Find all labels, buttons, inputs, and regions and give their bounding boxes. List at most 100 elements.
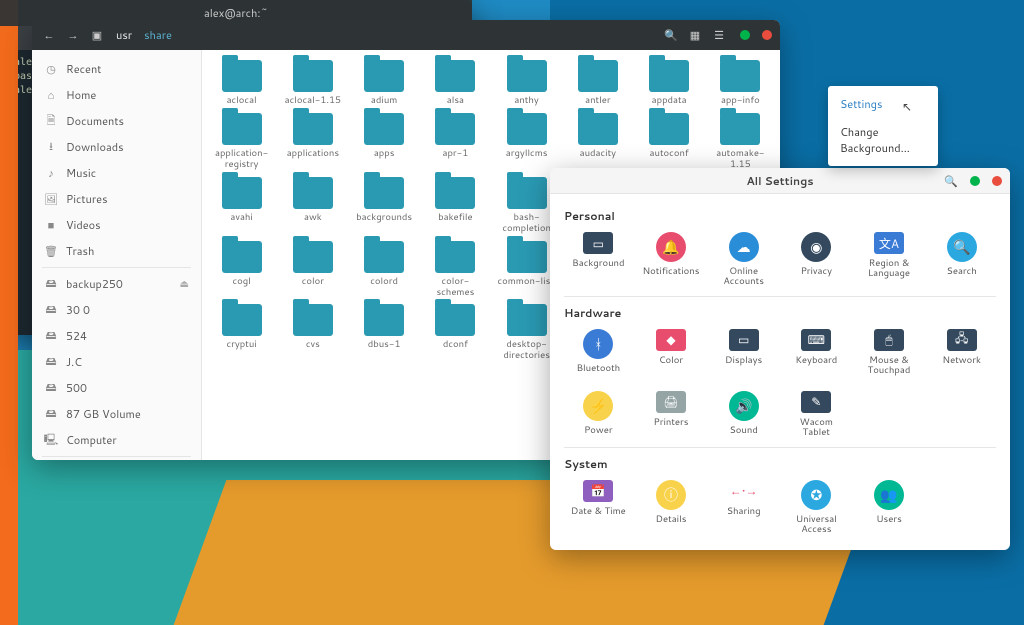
breadcrumb-current[interactable]: share bbox=[140, 25, 176, 45]
settings-item-search[interactable]: 🔍Search bbox=[927, 232, 996, 288]
sidebar-device[interactable]: 🖴500 bbox=[32, 375, 201, 401]
settings-item-label: Date & Time bbox=[571, 507, 626, 517]
sidebar-device[interactable]: 🖴J.C bbox=[32, 349, 201, 375]
minimize-button[interactable] bbox=[740, 30, 750, 40]
settings-item-date-time[interactable]: 📅Date & Time bbox=[564, 480, 633, 536]
sidebar-device[interactable]: 🖴524 bbox=[32, 323, 201, 349]
folder-item[interactable]: anthy bbox=[493, 60, 560, 107]
sidebar-device[interactable]: 🖳Computer bbox=[32, 427, 201, 453]
settings-item-printers[interactable]: 🖨Printers bbox=[637, 391, 706, 439]
folder-item[interactable]: apps bbox=[351, 113, 418, 171]
minimize-button[interactable] bbox=[970, 176, 980, 186]
folder-item[interactable]: antler bbox=[564, 60, 631, 107]
settings-item-sound[interactable]: 🔊Sound bbox=[709, 391, 778, 439]
folder-item[interactable]: alsa bbox=[422, 60, 489, 107]
sidebar-device[interactable]: 🖴87 GB Volume bbox=[32, 401, 201, 427]
sidebar-item-home[interactable]: ⌂Home bbox=[32, 82, 201, 108]
sidebar-device[interactable]: 🖴30 0 bbox=[32, 297, 201, 323]
section-title: System bbox=[564, 456, 996, 472]
folder-item[interactable]: backgrounds bbox=[351, 177, 418, 235]
sidebar-item-videos[interactable]: ■Videos bbox=[32, 212, 201, 238]
settings-item-label: Universal Access bbox=[785, 515, 847, 536]
settings-item-universal-access[interactable]: ✪Universal Access bbox=[782, 480, 851, 536]
folder-item[interactable]: dconf bbox=[422, 304, 489, 362]
settings-item-keyboard[interactable]: ⌨Keyboard bbox=[782, 329, 851, 377]
sidebar-item-recent[interactable]: ◷ Recent bbox=[32, 56, 201, 82]
settings-item-bluetooth[interactable]: ᚼBluetooth bbox=[564, 329, 633, 377]
drive-icon: 🖴 bbox=[44, 407, 58, 421]
search-icon[interactable]: 🔍 bbox=[944, 173, 958, 189]
online-accounts-icon: ☁ bbox=[729, 232, 759, 262]
settings-titlebar[interactable]: All Settings 🔍 bbox=[550, 168, 1010, 194]
path-location-icon[interactable]: ▣ bbox=[88, 26, 106, 44]
grid-view-icon[interactable]: ▦ bbox=[686, 26, 704, 44]
back-button[interactable]: ← bbox=[40, 26, 58, 44]
settings-item-users[interactable]: 👥Users bbox=[855, 480, 924, 536]
folder-item[interactable]: aclocal-1.15 bbox=[279, 60, 346, 107]
settings-item-network[interactable]: 🖧Network bbox=[927, 329, 996, 377]
sidebar-item-downloads[interactable]: ⭳Downloads bbox=[32, 134, 201, 160]
settings-item-notifications[interactable]: 🔔Notifications bbox=[637, 232, 706, 288]
context-menu-item[interactable]: Change Background... bbox=[832, 118, 934, 162]
folder-item[interactable]: color bbox=[279, 241, 346, 299]
settings-item-region-language[interactable]: 文ARegion & Language bbox=[855, 232, 924, 288]
sidebar-device[interactable]: 🖴backup250⏏ bbox=[32, 271, 201, 297]
folder-item[interactable]: bakefile bbox=[422, 177, 489, 235]
folder-item[interactable]: cogl bbox=[208, 241, 275, 299]
sidebar-item-music[interactable]: ♪Music bbox=[32, 160, 201, 186]
sidebar-item-label: Documents bbox=[66, 113, 124, 129]
folder-item[interactable]: colord bbox=[351, 241, 418, 299]
settings-item-color[interactable]: ◆Color bbox=[637, 329, 706, 377]
settings-item-online-accounts[interactable]: ☁Online Accounts bbox=[709, 232, 778, 288]
folder-icon bbox=[364, 241, 404, 273]
settings-item-privacy[interactable]: ◉Privacy bbox=[782, 232, 851, 288]
recent-icon: ◷ bbox=[44, 62, 58, 76]
folder-item[interactable]: dbus-1 bbox=[351, 304, 418, 362]
search-icon[interactable]: 🔍 bbox=[662, 26, 680, 44]
settings-window: All Settings 🔍 Personal▭Background🔔Notif… bbox=[550, 168, 1010, 550]
forward-button[interactable]: → bbox=[64, 26, 82, 44]
folder-item[interactable]: avahi bbox=[208, 177, 275, 235]
folder-item[interactable]: application-registry bbox=[208, 113, 275, 171]
settings-item-sharing[interactable]: ←•→Sharing bbox=[709, 480, 778, 536]
settings-item-label: Displays bbox=[725, 356, 762, 366]
folder-item[interactable]: argyllcms bbox=[493, 113, 560, 171]
folder-item[interactable]: adium bbox=[351, 60, 418, 107]
folder-item[interactable]: apr-1 bbox=[422, 113, 489, 171]
settings-section-grid: 📅Date & TimeⓘDetails←•→Sharing✪Universal… bbox=[564, 480, 996, 536]
folder-item[interactable]: applications bbox=[279, 113, 346, 171]
terminal-titlebar[interactable]: alex@arch:~ bbox=[0, 0, 472, 26]
settings-item-label: Privacy bbox=[801, 267, 832, 277]
sidebar-item-pictures[interactable]: 🖼Pictures bbox=[32, 186, 201, 212]
settings-item-power[interactable]: ⚡Power bbox=[564, 391, 633, 439]
folder-item[interactable]: app-info bbox=[707, 60, 774, 107]
context-menu-item[interactable]: Settings bbox=[832, 90, 934, 118]
folder-item[interactable]: appdata bbox=[636, 60, 703, 107]
settings-item-mouse-touchpad[interactable]: 🖱Mouse & Touchpad bbox=[855, 329, 924, 377]
folder-item[interactable]: color-schemes bbox=[422, 241, 489, 299]
folder-item[interactable]: aclocal bbox=[208, 60, 275, 107]
settings-item-displays[interactable]: ▭Displays bbox=[709, 329, 778, 377]
sidebar-item-documents[interactable]: 🗎Documents bbox=[32, 108, 201, 134]
breadcrumb[interactable]: usr share bbox=[112, 25, 176, 45]
close-button[interactable] bbox=[762, 30, 772, 40]
close-button[interactable] bbox=[992, 176, 1002, 186]
folder-item[interactable]: cvs bbox=[279, 304, 346, 362]
settings-item-details[interactable]: ⓘDetails bbox=[637, 480, 706, 536]
list-view-icon[interactable]: ☰ bbox=[710, 26, 728, 44]
folder-item[interactable]: automake-1.15 bbox=[707, 113, 774, 171]
folder-item[interactable]: autoconf bbox=[636, 113, 703, 171]
settings-item-wacom-tablet[interactable]: ✎Wacom Tablet bbox=[782, 391, 851, 439]
folder-item[interactable]: awk bbox=[279, 177, 346, 235]
pictures-icon: 🖼 bbox=[44, 192, 58, 206]
sidebar-item-trash[interactable]: 🗑Trash bbox=[32, 238, 201, 264]
folder-item[interactable]: cryptui bbox=[208, 304, 275, 362]
sidebar-item-label: Recent bbox=[66, 61, 101, 77]
settings-item-label: Sharing bbox=[727, 507, 761, 517]
settings-item-background[interactable]: ▭Background bbox=[564, 232, 633, 288]
folder-item[interactable]: audacity bbox=[564, 113, 631, 171]
drive-icon: 🖳 bbox=[44, 433, 58, 447]
eject-icon[interactable]: ⏏ bbox=[180, 277, 189, 291]
breadcrumb-parent[interactable]: usr bbox=[112, 25, 136, 45]
folder-label: autoconf bbox=[650, 149, 689, 160]
